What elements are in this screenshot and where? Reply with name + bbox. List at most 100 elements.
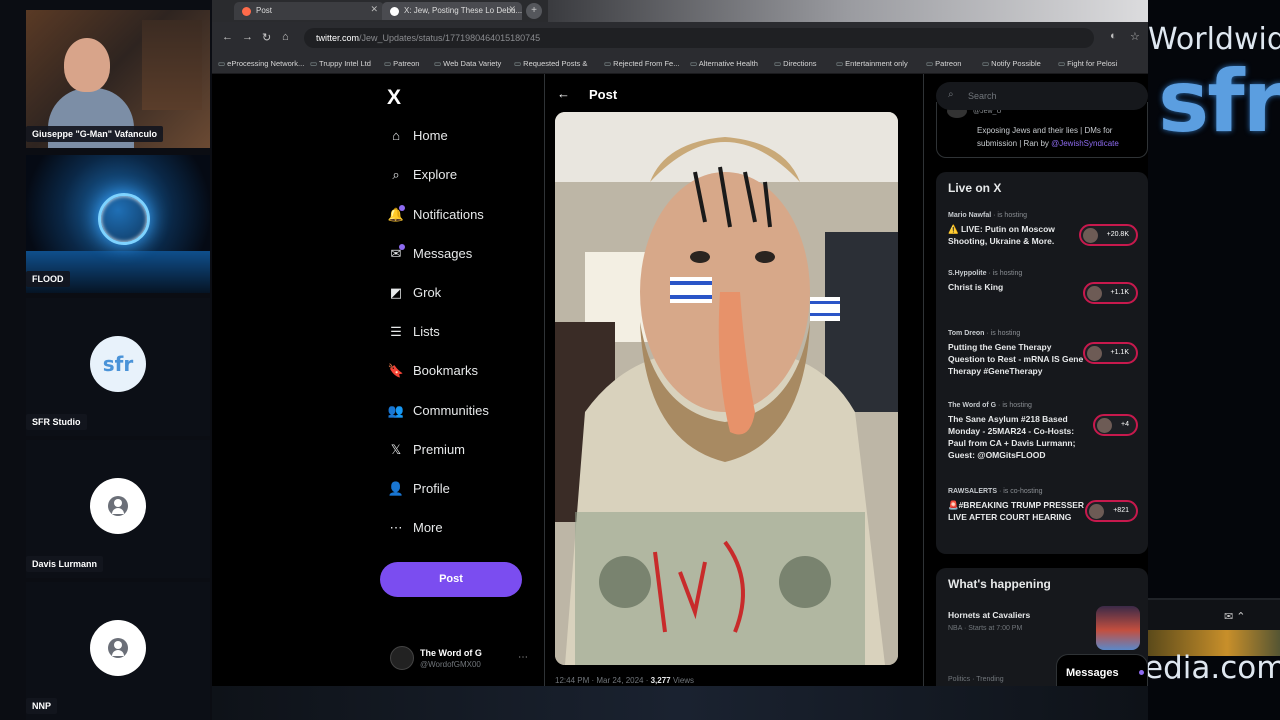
bookmark-item[interactable]: Notify Possible [982, 59, 1041, 68]
browser-tab-active[interactable]: X: Jew, Posting These Lo Debu... ✕ [382, 2, 522, 20]
post-metadata: 12:44 PM · Mar 24, 2024 · 3,277 Views [555, 676, 694, 685]
nav-bookmarks[interactable]: 🔖 Bookmarks [387, 363, 478, 387]
nav-label: Explore [413, 167, 458, 182]
participant-name: FLOOD [26, 271, 70, 287]
background-shelf [142, 20, 202, 110]
list-icon: ☰ [390, 324, 402, 339]
communities-icon: 👥 [387, 403, 405, 418]
reload-icon[interactable]: ↻ [262, 31, 271, 44]
space-title: The Sane Asylum #218 Based Monday - 25MA… [948, 414, 1076, 460]
sfr-logo: sfr [1158, 52, 1280, 152]
url-path: /Jew_Updates/status/1771980464015180745 [359, 33, 541, 43]
avatar [90, 478, 146, 534]
post-button[interactable]: Post [380, 562, 522, 597]
stream-overlay: Worldwide sfr ✉ ⌃ edia.com [1148, 0, 1280, 720]
post-media-image[interactable] [555, 112, 898, 665]
space-title: Putting the Gene Therapy Question to Res… [948, 342, 1084, 376]
browser-tab[interactable]: Post ✕ [234, 2, 384, 20]
bookmark-item[interactable]: Truppy Intel Ltd [310, 59, 371, 68]
avatar [390, 646, 414, 670]
participant-tile[interactable]: sfr SFR Studio [26, 298, 210, 436]
trend-category: Politics · Trending [948, 676, 1004, 683]
extension-icon[interactable]: ◐ [1110, 30, 1117, 42]
nav-profile[interactable]: 👤 Profile [387, 481, 450, 505]
bookmark-item[interactable]: Patreon [384, 59, 419, 68]
back-arrow-icon[interactable]: ← [557, 86, 570, 101]
x-app: X ⌂ Home ⌕ Explore 🔔 Notifications ✉ Message… [212, 74, 1148, 698]
participant-tile[interactable]: NNP [26, 582, 210, 720]
home-icon[interactable]: ⌂ [282, 31, 289, 43]
trend-item[interactable]: Hornets at Cavaliers NBA · Starts at 7:0… [948, 606, 1144, 650]
x-logo-icon[interactable]: X [387, 86, 401, 110]
bio-link[interactable]: @JewishSyndicate [1051, 139, 1119, 148]
bookmark-item[interactable]: Alternative Health [690, 59, 758, 68]
page-title: Post [589, 87, 618, 102]
screen: Giuseppe "G-Man" Vafanculo FLOOD sfr SFR… [0, 0, 1280, 720]
live-space-item[interactable]: Tom Dreon · is hosting Putting the Gene … [948, 330, 1144, 377]
bookmark-item[interactable]: Fight for Pelosi [1058, 59, 1117, 68]
live-space-item[interactable]: The Word of G · is hosting The Sane Asyl… [948, 402, 1144, 461]
bookmark-item[interactable]: eProcessing Network... [218, 59, 304, 68]
nav-label: More [413, 520, 443, 535]
bookmark-item[interactable]: Requested Posts & [514, 59, 587, 68]
listener-count-badge: +4 [1093, 414, 1138, 436]
bookmark-icon: 🔖 [387, 363, 405, 378]
participant-name: NNP [26, 698, 58, 714]
person-icon [108, 496, 128, 516]
space-host: Tom Dreon · is hosting [948, 330, 1021, 337]
bookmark-item[interactable]: Web Data Variety [434, 59, 501, 68]
photo-illustration [555, 112, 898, 665]
address-bar[interactable]: twitter.com/Jew_Updates/status/177198046… [304, 28, 1094, 48]
overlay-media-text: edia.com [1148, 650, 1280, 686]
more-icon[interactable]: ⋯ [518, 652, 528, 663]
close-icon[interactable]: ✕ [370, 4, 378, 15]
sfr-avatar: sfr [90, 336, 146, 392]
back-icon[interactable]: ← [222, 31, 233, 43]
listener-count-badge: +20.8K [1078, 224, 1138, 246]
live-space-item[interactable]: RAWSALERTS · is co-hosting 🚨#BREAKING TR… [948, 488, 1144, 523]
nav-label: Bookmarks [413, 363, 479, 378]
nav-home[interactable]: ⌂ Home [387, 128, 448, 152]
star-icon[interactable]: ☆ [1130, 30, 1140, 43]
mail-icon: ✉ ⌃ [1224, 611, 1246, 623]
nav-premium[interactable]: 𝕏 Premium [387, 442, 465, 466]
profile-bio: Exposing Jews and their lies | DMs for s… [977, 126, 1119, 148]
grok-icon: ◩ [389, 285, 403, 300]
bookmark-item[interactable]: Patreon [926, 59, 961, 68]
nav-label: Notifications [413, 207, 484, 222]
nav-explore[interactable]: ⌕ Explore [387, 167, 457, 191]
bookmark-item[interactable]: Directions [774, 59, 816, 68]
live-space-item[interactable]: Mario Nawfal · is hosting ⚠️ LIVE: Putin… [948, 212, 1144, 247]
post-timestamp: 12:44 PM · Mar 24, 2024 · [555, 676, 651, 685]
space-host: RAWSALERTS · is co-hosting [948, 488, 1043, 495]
bookmark-item[interactable]: Rejected From Fe... [604, 59, 679, 68]
live-space-item[interactable]: S.Hyppolite · is hosting Christ is King … [948, 270, 1144, 304]
nav-label: Grok [413, 285, 442, 300]
nav-communities[interactable]: 👥 Communities [387, 403, 489, 427]
participant-tile[interactable]: FLOOD [26, 155, 210, 293]
space-title: 🚨#BREAKING TRUMP PRESSER LIVE AFTER COUR… [948, 500, 1085, 522]
listener-count-badge: +1.1K [1082, 282, 1138, 304]
bookmark-item[interactable]: Entertainment only [836, 59, 908, 68]
nav-label: Lists [413, 324, 440, 339]
forward-icon[interactable]: → [242, 31, 253, 43]
tab-label: X: Jew, Posting These Lo Debu... [404, 6, 522, 15]
messages-drawer[interactable]: Messages [1056, 654, 1148, 686]
nav-notifications[interactable]: 🔔 Notifications [387, 205, 484, 231]
nav-messages[interactable]: ✉ Messages [387, 244, 472, 270]
favicon-icon [242, 7, 251, 16]
nav-more[interactable]: ⋯ More [387, 520, 443, 544]
space-host: Mario Nawfal · is hosting [948, 212, 1027, 219]
new-tab-button[interactable]: + [526, 3, 542, 19]
tabbar-blur [548, 0, 1148, 22]
participant-tile[interactable]: Giuseppe "G-Man" Vafanculo [26, 10, 210, 148]
search-icon: ⌕ [392, 167, 400, 182]
close-icon[interactable]: ✕ [508, 4, 516, 15]
search-input[interactable]: ⌕ Search [936, 82, 1148, 110]
nav-lists[interactable]: ☰ Lists [387, 324, 440, 348]
browser-window: Post ✕ X: Jew, Posting These Lo Debu... … [212, 0, 1148, 698]
account-switcher[interactable]: The Word of G @WordofGMX00 ⋯ [390, 644, 530, 674]
notification-dot [399, 244, 405, 250]
participant-tile[interactable]: Davis Lurmann [26, 440, 210, 578]
nav-grok[interactable]: ◩ Grok [387, 285, 441, 309]
